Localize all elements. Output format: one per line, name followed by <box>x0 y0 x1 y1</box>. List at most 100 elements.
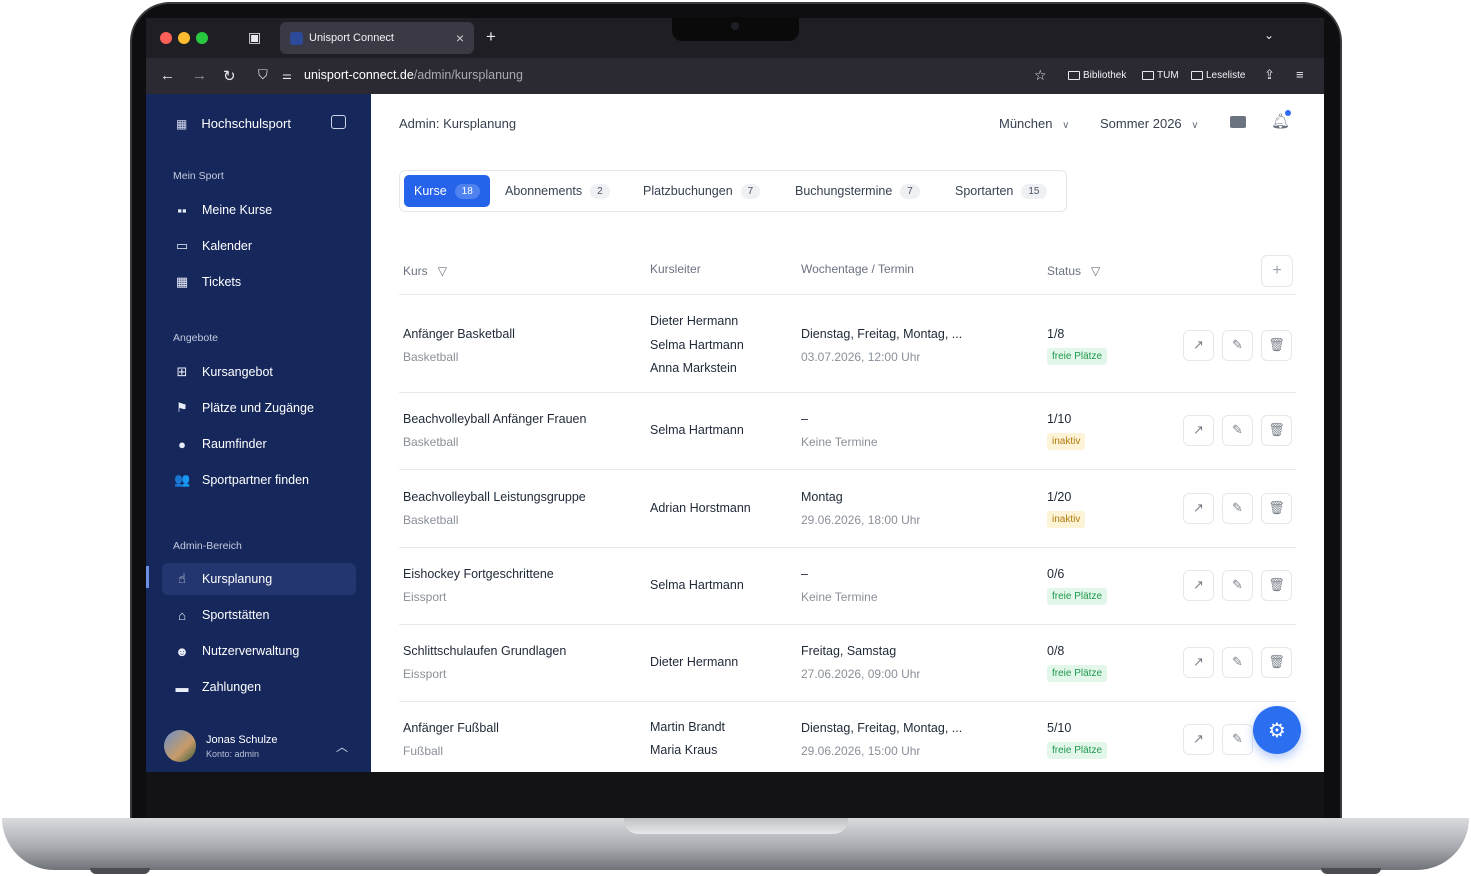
sidebar-item-plaetze[interactable]: ⚑ Plätze und Zugänge <box>162 392 356 424</box>
sidebar: ▦ Hochschulsport Mein Sport ▪▪ Meine Kurs… <box>146 94 371 772</box>
close-tab-icon[interactable]: × <box>456 30 464 46</box>
mail-icon[interactable] <box>1230 116 1246 128</box>
sidebar-item-meine-kurse[interactable]: ▪▪ Meine Kurse <box>162 194 356 226</box>
settings-button[interactable]: ⚙ <box>1253 706 1301 754</box>
status-badge: freie Plätze <box>1047 347 1108 365</box>
sidebar-item-tickets[interactable]: ▦ Tickets <box>162 266 356 298</box>
open-course-button[interactable]: ↗ <box>1183 492 1214 524</box>
edit-course-button[interactable]: ✎ <box>1222 646 1253 678</box>
edit-course-button[interactable]: ✎ <box>1222 723 1253 755</box>
share-icon[interactable]: ⇪ <box>1264 67 1275 83</box>
close-window-button[interactable] <box>160 32 172 44</box>
edit-icon: ✎ <box>1232 654 1243 669</box>
edit-course-button[interactable]: ✎ <box>1222 569 1253 601</box>
building-icon: ⌂ <box>178 607 186 623</box>
url-field[interactable]: unisport-connect.de/admin/kursplanung <box>304 68 523 82</box>
sidebar-item-kursangebot[interactable]: ⊞ Kursangebot <box>162 356 356 388</box>
user-info: Jonas Schulze Konto: admin <box>196 734 278 759</box>
new-tab-icon[interactable]: + <box>486 27 496 47</box>
minimize-window-button[interactable] <box>178 32 190 44</box>
main-content: Admin: Kursplanung München ∨ Sommer 2026… <box>371 94 1324 772</box>
open-course-button[interactable]: ↗ <box>1183 329 1214 361</box>
edit-course-button[interactable]: ✎ <box>1222 492 1253 524</box>
status-badge: freie Plätze <box>1047 587 1108 605</box>
sidebar-item-raumfinder[interactable]: ● Raumfinder <box>162 428 356 460</box>
course-name[interactable]: Beachvolleyball Leistungsgruppe <box>403 490 586 504</box>
forward-icon[interactable]: → <box>192 67 207 84</box>
external-link-icon: ↗ <box>1193 422 1204 437</box>
sidebar-item-label: Plätze und Zugänge <box>202 401 314 415</box>
menu-icon[interactable]: ≡ <box>1296 67 1304 82</box>
filter-icon[interactable]: ▽ <box>1091 264 1100 278</box>
sidebar-item-nutzerverwaltung[interactable]: ☻ Nutzerverwaltung <box>162 635 356 667</box>
reload-icon[interactable]: ↻ <box>223 67 236 85</box>
site-settings-icon[interactable]: ⚌ <box>282 69 292 82</box>
course-sport: Eissport <box>403 589 447 604</box>
filter-icon[interactable]: ▽ <box>438 264 447 278</box>
collapse-sidebar-icon[interactable] <box>331 115 346 129</box>
open-course-button[interactable]: ↗ <box>1183 723 1214 755</box>
edit-course-button[interactable]: ✎ <box>1222 414 1253 446</box>
section-angebote: Angebote <box>173 332 218 344</box>
bookmark-tum[interactable]: TUM <box>1142 70 1179 81</box>
edit-course-button[interactable]: ✎ <box>1222 329 1253 361</box>
trash-icon: 🗑︎ <box>1268 577 1285 592</box>
course-name[interactable]: Anfänger Basketball <box>403 327 515 341</box>
course-capacity: 1/20 <box>1047 489 1072 504</box>
open-course-button[interactable]: ↗ <box>1183 414 1214 446</box>
bookmark-leseliste[interactable]: Leseliste <box>1191 70 1245 81</box>
laptop-mockup: ▣ Unisport Connect × + ⌄ ← → ↻ ⛉ ⚌ unisp… <box>0 0 1471 876</box>
star-icon[interactable]: ☆ <box>1034 67 1047 84</box>
tab-count: 18 <box>454 183 480 199</box>
tab-kurse[interactable]: Kurse 18 <box>404 175 490 207</box>
delete-course-button[interactable]: 🗑︎ <box>1261 492 1292 524</box>
tab-count: 7 <box>740 183 761 199</box>
sidebar-item-zahlungen[interactable]: ▬ Zahlungen <box>162 671 356 703</box>
chevron-up-icon[interactable]: ︿ <box>336 738 348 755</box>
flag-icon: ⚑ <box>176 400 188 415</box>
tab-sportarten[interactable]: Sportarten 15 <box>945 175 1057 207</box>
external-link-icon: ↗ <box>1193 577 1204 592</box>
sidebar-item-kalender[interactable]: ▭ Kalender <box>162 230 356 262</box>
user-profile[interactable]: Jonas Schulze Konto: admin ︿ <box>164 726 354 766</box>
trash-icon: 🗑︎ <box>1268 337 1285 352</box>
course-name[interactable]: Schlittschulaufen Grundlagen <box>403 644 566 658</box>
tab-abonnements[interactable]: Abonnements 2 <box>495 175 620 207</box>
shield-icon[interactable]: ⛉ <box>258 67 268 83</box>
external-link-icon: ↗ <box>1193 731 1204 746</box>
column-kursleiter: Kursleiter <box>650 262 701 276</box>
delete-course-button[interactable]: 🗑︎ <box>1261 329 1292 361</box>
open-course-button[interactable]: ↗ <box>1183 646 1214 678</box>
course-name[interactable]: Beachvolleyball Anfänger Frauen <box>403 412 586 426</box>
location-select[interactable]: München ∨ <box>999 116 1069 131</box>
semester-select[interactable]: Sommer 2026 ∨ <box>1100 116 1199 131</box>
browser-tab[interactable]: Unisport Connect × <box>280 22 474 54</box>
sidebar-item-sportpartner[interactable]: 👥 Sportpartner finden <box>162 464 356 496</box>
maximize-window-button[interactable] <box>196 32 208 44</box>
sidebar-item-sportstaetten[interactable]: ⌂ Sportstätten <box>162 599 356 631</box>
grid-plus-icon: ⊞ <box>176 364 188 379</box>
chevron-down-icon[interactable]: ⌄ <box>1264 28 1274 42</box>
sidebar-item-label: Kalender <box>202 239 253 253</box>
course-name[interactable]: Anfänger Fußball <box>403 721 499 735</box>
sidebar-item-label: Sportstätten <box>202 608 270 622</box>
add-course-button[interactable]: + <box>1261 255 1293 287</box>
tab-overview-icon[interactable]: ▣ <box>248 29 261 46</box>
tab-platzbuchungen[interactable]: Platzbuchungen 7 <box>633 175 770 207</box>
delete-course-button[interactable]: 🗑︎ <box>1261 414 1292 446</box>
tab-buchungstermine[interactable]: Buchungstermine 7 <box>785 175 930 207</box>
favicon-icon <box>290 31 303 45</box>
delete-course-button[interactable]: 🗑︎ <box>1261 646 1292 678</box>
sidebar-item-kursplanung[interactable]: ☝ Kursplanung <box>162 563 356 595</box>
course-days: Dienstag, Freitag, Montag, ... <box>801 326 963 341</box>
tab-list: Kurse 18 Abonnements 2 Platzbuchungen 7 Buc… <box>399 170 1067 212</box>
back-icon[interactable]: ← <box>160 67 175 84</box>
bookmark-bibliothek[interactable]: Bibliothek <box>1068 70 1126 81</box>
open-course-button[interactable]: ↗ <box>1183 569 1214 601</box>
course-name[interactable]: Eishockey Fortgeschrittene <box>403 567 554 581</box>
brand[interactable]: ▦ Hochschulsport <box>176 116 291 131</box>
tab-count: 2 <box>590 183 610 199</box>
row-divider <box>399 469 1296 470</box>
tab-label: Kurse <box>414 184 447 198</box>
delete-course-button[interactable]: 🗑︎ <box>1261 569 1292 601</box>
